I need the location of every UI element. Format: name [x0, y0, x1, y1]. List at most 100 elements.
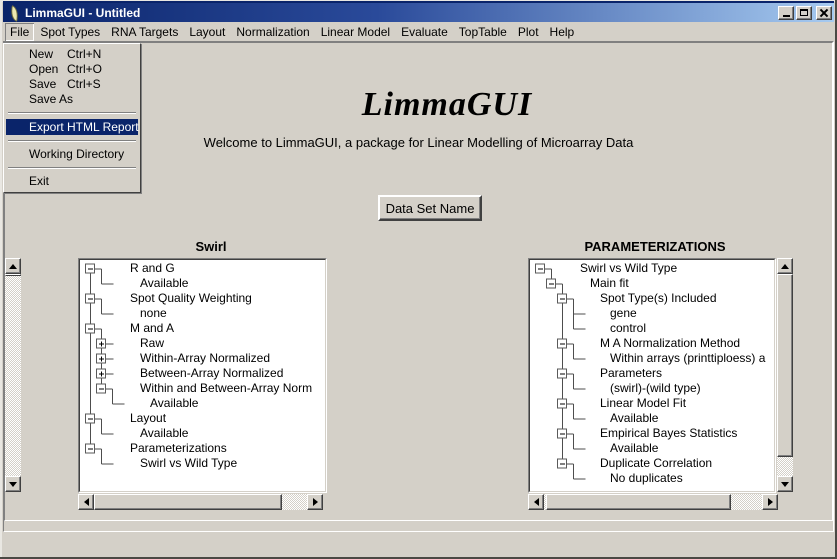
tree-node-duplicate-correlation[interactable]: Duplicate Correlation [600, 456, 712, 471]
tree-node-spot-type-s-included[interactable]: Spot Type(s) Included [600, 291, 717, 306]
collapse-box-icon[interactable] [536, 264, 545, 273]
menu-bar: FileSpot TypesRNA TargetsLayoutNormaliza… [3, 22, 834, 41]
app-icon-feather[interactable] [7, 6, 21, 20]
maximize-icon [800, 9, 808, 16]
expand-box-icon[interactable] [97, 369, 106, 378]
parameterizations-horizontal-scrollbar[interactable] [528, 494, 778, 510]
title-bar[interactable]: LimmaGUI - Untitled [3, 3, 834, 22]
tree-node-layout[interactable]: Layout [130, 411, 166, 426]
expand-box-icon[interactable] [97, 339, 106, 348]
tree-node-m-a-normalization-method[interactable]: M A Normalization Method [600, 336, 740, 351]
collapse-box-icon[interactable] [86, 414, 95, 423]
page-title: LimmaGUI [60, 86, 834, 124]
app-window: LimmaGUI - Untitled FileSpot TypesRNA Ta… [0, 0, 837, 559]
arrow-left-icon [84, 498, 89, 506]
menu-linear-model[interactable]: Linear Model [316, 23, 395, 41]
tree-node-within-arrays-printtiploess-a[interactable]: Within arrays (printtiploess) a [610, 351, 765, 366]
scrollbar-thumb[interactable] [5, 274, 21, 276]
collapse-box-icon[interactable] [558, 339, 567, 348]
file-menu-item-save-as[interactable]: Save As [6, 92, 138, 107]
scroll-up-button[interactable] [5, 258, 21, 274]
menu-toptable[interactable]: TopTable [454, 23, 512, 41]
collapse-box-icon[interactable] [558, 429, 567, 438]
swirl-tree-listbox: R and GAvailableSpot Quality Weightingno… [78, 258, 327, 493]
maximize-button[interactable] [796, 6, 812, 20]
parameterizations-vertical-scrollbar[interactable] [777, 258, 793, 492]
menu-help[interactable]: Help [545, 23, 580, 41]
data-set-name-button[interactable]: Data Set Name [378, 195, 482, 221]
tree-node-available[interactable]: Available [140, 276, 188, 291]
scroll-right-button[interactable] [762, 494, 778, 510]
close-button[interactable] [816, 6, 832, 20]
expand-box-icon[interactable] [97, 354, 106, 363]
tree-node-available[interactable]: Available [610, 411, 658, 426]
tree-node-available[interactable]: Available [150, 396, 198, 411]
arrow-up-icon [781, 264, 789, 269]
scroll-left-button[interactable] [78, 494, 94, 510]
collapse-box-icon[interactable] [86, 264, 95, 273]
tree-node-linear-model-fit[interactable]: Linear Model Fit [600, 396, 686, 411]
tree-parameterizations[interactable]: Swirl vs Wild TypeMain fitSpot Type(s) I… [530, 260, 774, 491]
swirl-horizontal-scrollbar[interactable] [78, 494, 323, 510]
listbox-inner-border: R and GAvailableSpot Quality Weightingno… [79, 259, 326, 492]
collapse-box-icon[interactable] [547, 279, 556, 288]
tree-node-available[interactable]: Available [140, 426, 188, 441]
menu-rna-targets[interactable]: RNA Targets [106, 23, 183, 41]
tree-node-swirl-vs-wild-type[interactable]: Swirl vs Wild Type [580, 261, 677, 276]
menu-evaluate[interactable]: Evaluate [396, 23, 453, 41]
menu-file[interactable]: File [5, 23, 34, 41]
menu-item-label: Save [29, 77, 56, 91]
tree-node-swirl-vs-wild-type[interactable]: Swirl vs Wild Type [140, 456, 237, 471]
minimize-button[interactable] [778, 6, 794, 20]
tree-node-empirical-bayes-statistics[interactable]: Empirical Bayes Statistics [600, 426, 737, 441]
tree-node-no-duplicates[interactable]: No duplicates [610, 471, 683, 486]
tree-node-spot-quality-weighting[interactable]: Spot Quality Weighting [130, 291, 252, 306]
collapse-box-icon[interactable] [558, 399, 567, 408]
collapse-box-icon[interactable] [86, 294, 95, 303]
tree-node-parameters[interactable]: Parameters [600, 366, 662, 381]
menu-separator [8, 112, 136, 114]
tree-node-main-fit[interactable]: Main fit [590, 276, 629, 291]
tree-swirl[interactable]: R and GAvailableSpot Quality Weightingno… [80, 260, 325, 491]
collapse-box-icon[interactable] [86, 324, 95, 333]
menu-normalization[interactable]: Normalization [231, 23, 314, 41]
tree-node-parameterizations[interactable]: Parameterizations [130, 441, 227, 456]
file-menu-item-open[interactable]: OpenCtrl+O [6, 62, 138, 77]
tree-node-within-and-between-array-norm[interactable]: Within and Between-Array Norm [140, 381, 312, 396]
scroll-left-button[interactable] [528, 494, 544, 510]
tree-node-raw[interactable]: Raw [140, 336, 164, 351]
tree-node-gene[interactable]: gene [610, 306, 637, 321]
tree-node-control[interactable]: control [610, 321, 646, 336]
listbox-inner-border: Swirl vs Wild TypeMain fitSpot Type(s) I… [529, 259, 775, 492]
scroll-down-button[interactable] [5, 476, 21, 492]
menu-layout[interactable]: Layout [184, 23, 230, 41]
file-menu-item-export-html-report[interactable]: Export HTML Report [6, 119, 138, 135]
collapse-box-icon[interactable] [558, 369, 567, 378]
tree-node-swirl-wild-type[interactable]: (swirl)-(wild type) [610, 381, 701, 396]
scroll-right-button[interactable] [307, 494, 323, 510]
file-menu-item-save[interactable]: SaveCtrl+S [6, 77, 138, 92]
menu-plot[interactable]: Plot [513, 23, 544, 41]
scrollbar-thumb[interactable] [546, 494, 731, 510]
menu-spot-types[interactable]: Spot Types [35, 23, 105, 41]
collapse-box-icon[interactable] [558, 294, 567, 303]
tree-node-available[interactable]: Available [610, 441, 658, 456]
tree-node-none[interactable]: none [140, 306, 167, 321]
scrollbar-thumb[interactable] [777, 274, 793, 457]
tree-node-r-and-g[interactable]: R and G [130, 261, 175, 276]
tree-node-m-and-a[interactable]: M and A [130, 321, 174, 336]
scroll-up-button[interactable] [777, 258, 793, 274]
file-menu-item-new[interactable]: NewCtrl+N [6, 47, 138, 62]
collapse-box-icon[interactable] [558, 459, 567, 468]
tree-node-between-array-normalized[interactable]: Between-Array Normalized [140, 366, 283, 381]
collapse-box-icon[interactable] [86, 444, 95, 453]
collapse-box-icon[interactable] [97, 384, 106, 393]
scrollbar-thumb[interactable] [94, 494, 282, 510]
tree-node-within-array-normalized[interactable]: Within-Array Normalized [140, 351, 270, 366]
parameterizations-tree-listbox: Swirl vs Wild TypeMain fitSpot Type(s) I… [528, 258, 776, 493]
file-menu-item-working-directory[interactable]: Working Directory [6, 147, 138, 162]
file-menu-item-exit[interactable]: Exit [6, 174, 138, 189]
menu-item-label: Save As [29, 92, 73, 106]
swirl-vertical-scrollbar[interactable] [5, 258, 21, 492]
scroll-down-button[interactable] [777, 476, 793, 492]
